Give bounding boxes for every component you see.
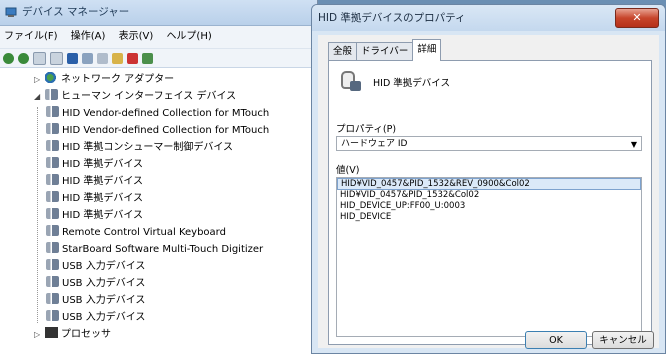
hid-device-icon [46, 140, 59, 151]
toolbar [0, 49, 317, 68]
list-item[interactable]: HID¥VID_0457&PID_1532&Col02 [337, 190, 641, 201]
back-icon[interactable] [3, 52, 14, 64]
show-hide-icon[interactable] [50, 51, 63, 65]
menu-action[interactable]: 操作(A) [71, 31, 106, 42]
hid-device-icon [46, 242, 59, 253]
tree-item-hid-device[interactable]: USB 入力デバイス [46, 292, 145, 309]
network-adapter-icon [45, 72, 58, 83]
disable-icon[interactable] [142, 52, 153, 64]
menu-bar: ファイル(F) 操作(A) 表示(V) ヘルプ(H) [0, 26, 317, 49]
device-manager-window: デバイス マネージャー ファイル(F) 操作(A) 表示(V) ヘルプ(H) ▷… [0, 0, 318, 354]
view-icon[interactable] [82, 52, 93, 64]
tree-node-hid-category[interactable]: ◢ ヒューマン インターフェイス デバイス [34, 88, 236, 105]
device-name: HID 準拠デバイス [373, 78, 450, 89]
list-item[interactable]: HID¥VID_0457&PID_1532&REV_0900&Col02 [337, 178, 641, 190]
menu-help[interactable]: ヘルプ(H) [166, 31, 211, 42]
list-item[interactable]: HID_DEVICE [337, 212, 641, 223]
hid-device-icon [46, 106, 59, 117]
tree-item-hid-device[interactable]: HID 準拠デバイス [46, 207, 143, 224]
hid-device-icon [46, 293, 59, 304]
expand-icon[interactable]: ▷ [34, 71, 42, 88]
hid-device-large-icon [339, 71, 361, 93]
device-header: HID 準拠デバイス [339, 71, 450, 93]
tree-item-hid-device[interactable]: USB 入力デバイス [46, 258, 145, 275]
tree-node-processors[interactable]: ▷ プロセッサ [34, 326, 111, 343]
value-label: 値(V) [336, 165, 360, 176]
device-tree: ▷ ネットワーク アダプター ◢ ヒューマン インターフェイス デバイス HID V… [0, 67, 317, 354]
properties-dialog: HID 準拠デバイスのプロパティ ✕ 全般 ドライバー 詳細 HID 準拠デバイ… [311, 4, 666, 354]
value-list[interactable]: HID¥VID_0457&PID_1532&REV_0900&Col02 HID… [336, 177, 642, 337]
dialog-title: HID 準拠デバイスのプロパティ [318, 12, 466, 24]
forward-icon[interactable] [18, 52, 29, 64]
property-select-value: ハードウェア ID [341, 139, 408, 149]
tree-item-hid-device[interactable]: USB 入力デバイス [46, 309, 145, 326]
ok-button[interactable]: OK [525, 331, 587, 349]
hid-device-icon [46, 310, 59, 321]
tree-item-hid-device[interactable]: USB 入力デバイス [46, 275, 145, 292]
tab-details[interactable]: 詳細 [412, 39, 442, 61]
collapse-icon[interactable]: ◢ [34, 88, 42, 105]
uninstall-icon[interactable] [127, 52, 138, 64]
tree-node-network-adapters[interactable]: ▷ ネットワーク アダプター [34, 71, 174, 88]
tree-item-hid-device[interactable]: HID 準拠デバイス [46, 173, 143, 190]
update-driver-icon[interactable] [112, 52, 123, 64]
hid-device-icon [46, 208, 59, 219]
hid-device-icon [46, 123, 59, 134]
property-label: プロパティ(P) [336, 124, 397, 135]
property-select[interactable]: ハードウェア ID ▼ [336, 136, 642, 151]
tree-item-hid-device[interactable]: HID 準拠コンシューマー制御デバイス [46, 139, 233, 156]
tree-item-hid-device[interactable]: HID Vendor-defined Collection for MTouch [46, 105, 269, 122]
scan-hardware-icon[interactable] [97, 52, 108, 64]
tree-item-hid-device[interactable]: HID 準拠デバイス [46, 156, 143, 173]
tab-driver[interactable]: ドライバー [356, 42, 414, 60]
properties-icon[interactable] [33, 51, 46, 65]
tab-strip: 全般 ドライバー 詳細 [328, 39, 442, 61]
hid-category-icon [45, 89, 58, 100]
menu-file[interactable]: ファイル(F) [4, 31, 58, 42]
list-item[interactable]: HID_DEVICE_UP:FF00_U:0003 [337, 201, 641, 212]
close-button[interactable]: ✕ [615, 8, 659, 28]
help-icon[interactable] [67, 52, 78, 64]
expand-icon[interactable]: ▷ [34, 326, 42, 343]
device-manager-title: デバイス マネージャー [22, 6, 130, 18]
tree-item-hid-device[interactable]: HID Vendor-defined Collection for MTouch [46, 122, 269, 139]
tree-item-hid-device[interactable]: StarBoard Software Multi-Touch Digitizer [46, 241, 263, 258]
tree-guide-line [37, 107, 38, 323]
hid-device-icon [46, 191, 59, 202]
hid-device-icon [46, 174, 59, 185]
dialog-titlebar[interactable]: HID 準拠デバイスのプロパティ ✕ [312, 5, 665, 31]
menu-view[interactable]: 表示(V) [119, 31, 154, 42]
device-manager-icon [5, 7, 17, 17]
hid-device-icon [46, 157, 59, 168]
chevron-down-icon: ▼ [630, 140, 637, 149]
details-panel: HID 準拠デバイス プロパティ(P) ハードウェア ID ▼ 値(V) HID… [328, 60, 652, 345]
hid-device-icon [46, 225, 59, 236]
dialog-body: 全般 ドライバー 詳細 HID 準拠デバイス プロパティ(P) ハードウェア I… [318, 35, 659, 349]
processor-icon [45, 327, 58, 338]
tree-item-hid-device[interactable]: HID 準拠デバイス [46, 190, 143, 207]
hid-device-icon [46, 259, 59, 270]
device-manager-titlebar[interactable]: デバイス マネージャー [0, 0, 317, 26]
hid-device-icon [46, 276, 59, 287]
tab-general[interactable]: 全般 [328, 42, 358, 60]
tree-item-hid-device[interactable]: Remote Control Virtual Keyboard [46, 224, 226, 241]
cancel-button[interactable]: キャンセル [592, 331, 654, 349]
close-icon: ✕ [632, 11, 642, 24]
